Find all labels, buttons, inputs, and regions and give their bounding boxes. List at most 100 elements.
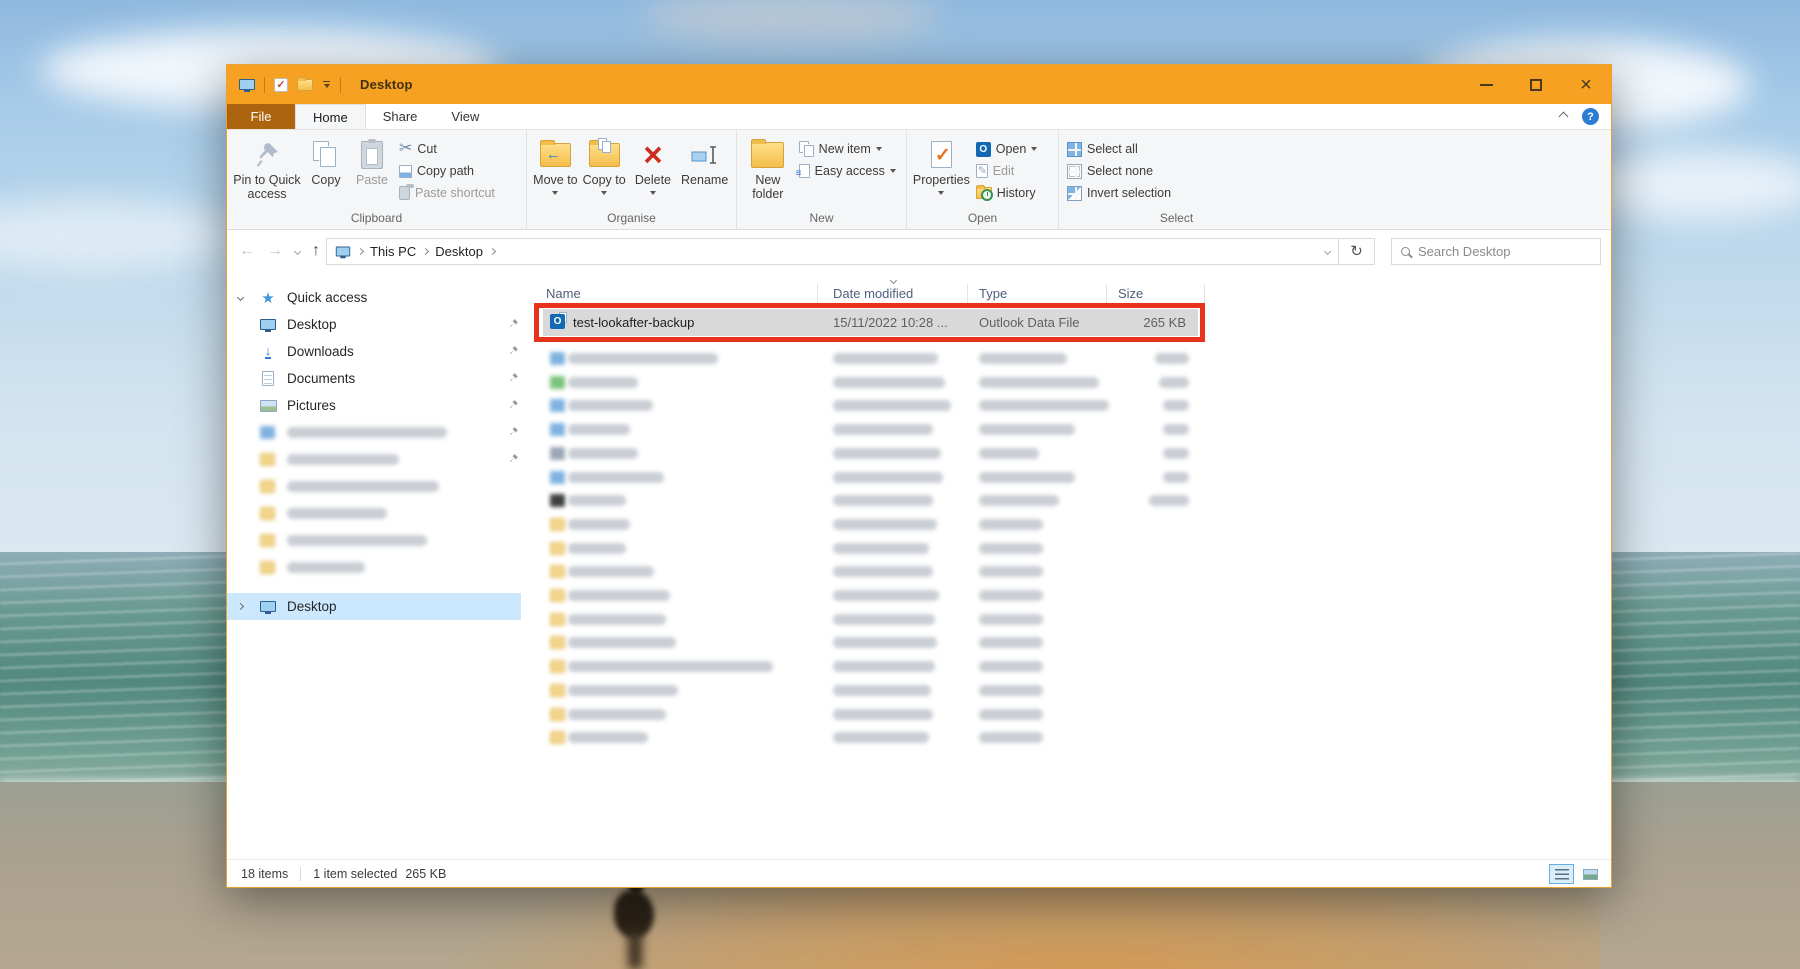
redacted-date xyxy=(833,732,929,743)
sidebar-item-documents[interactable]: Documents xyxy=(227,365,521,392)
sidebar-item-downloads[interactable]: ↓ Downloads xyxy=(227,338,521,365)
file-row-redacted[interactable] xyxy=(521,513,1611,537)
file-row-redacted[interactable] xyxy=(521,347,1611,371)
paste-button[interactable]: Paste xyxy=(349,133,395,187)
file-row-redacted[interactable] xyxy=(521,418,1611,442)
file-row-redacted[interactable] xyxy=(521,489,1611,513)
sidebar-item-redacted[interactable] xyxy=(227,473,521,500)
breadcrumb-this-pc[interactable]: This PC xyxy=(370,244,416,259)
move-to-button[interactable]: ← Move to xyxy=(531,133,580,198)
sidebar-item-redacted[interactable] xyxy=(227,419,521,446)
chevron-down-icon[interactable] xyxy=(237,294,244,301)
address-bar[interactable]: This PC Desktop xyxy=(326,238,1339,265)
minimize-button[interactable] xyxy=(1461,65,1511,104)
copy-path-icon xyxy=(399,165,412,178)
select-all-button[interactable]: Select all xyxy=(1063,138,1213,160)
delete-x-icon: × xyxy=(643,140,662,170)
file-row-redacted[interactable] xyxy=(521,560,1611,584)
file-list[interactable]: Name Date modified Type Size O test-look… xyxy=(521,272,1611,859)
column-header-size[interactable]: Size xyxy=(1118,286,1143,301)
copy-to-button[interactable]: Copy to xyxy=(580,133,629,198)
sidebar-item-desktop[interactable]: Desktop xyxy=(227,311,521,338)
file-row-selected[interactable]: O test-lookafter-backup 15/11/2022 10:28… xyxy=(543,309,1198,336)
sidebar-tree-item-desktop-current[interactable]: Desktop xyxy=(227,593,521,620)
copy-button[interactable]: Copy xyxy=(303,133,349,187)
tab-view[interactable]: View xyxy=(434,104,496,129)
help-icon[interactable]: ? xyxy=(1582,108,1599,125)
file-row-redacted[interactable] xyxy=(521,466,1611,490)
redacted-name xyxy=(568,424,630,435)
column-header-date-modified[interactable]: Date modified xyxy=(833,286,913,301)
column-divider[interactable] xyxy=(817,284,818,303)
refresh-button[interactable]: ↻ xyxy=(1339,238,1375,265)
new-folder-qat-icon[interactable] xyxy=(297,79,313,91)
sidebar-item-quick-access[interactable]: ★ Quick access xyxy=(227,284,521,311)
file-row-redacted[interactable] xyxy=(521,394,1611,418)
collapse-ribbon-icon[interactable] xyxy=(1559,112,1569,122)
sidebar-item-redacted[interactable] xyxy=(227,554,521,581)
sidebar-item-redacted[interactable] xyxy=(227,527,521,554)
redacted-type xyxy=(979,424,1075,435)
file-row-redacted[interactable] xyxy=(521,584,1611,608)
pin-to-quick-access-button[interactable]: Pin to Quick access xyxy=(231,133,303,201)
cut-button[interactable]: ✂ Cut xyxy=(395,138,515,160)
forward-icon[interactable]: → xyxy=(267,243,283,259)
redacted-type xyxy=(979,472,1075,483)
tab-share[interactable]: Share xyxy=(366,104,435,129)
tab-file[interactable]: File xyxy=(227,104,295,129)
file-row-redacted[interactable] xyxy=(521,631,1611,655)
address-dropdown-icon[interactable] xyxy=(1324,247,1331,254)
easy-access-button[interactable]: ≡ Easy access xyxy=(795,160,902,182)
file-icon xyxy=(550,518,565,531)
new-folder-button[interactable]: New folder xyxy=(741,133,795,201)
ribbon-group-organise: ← Move to Copy to × Delete Rename xyxy=(527,130,737,229)
file-name: test-lookafter-backup xyxy=(573,315,694,330)
redacted-size xyxy=(1149,495,1189,506)
file-row-redacted[interactable] xyxy=(521,537,1611,561)
back-icon[interactable]: ← xyxy=(239,243,255,259)
delete-button[interactable]: × Delete xyxy=(629,133,678,198)
crumb-separator-icon xyxy=(422,247,429,254)
sidebar-item-redacted[interactable] xyxy=(227,500,521,527)
details-view-button[interactable] xyxy=(1549,864,1574,884)
close-button[interactable]: × xyxy=(1561,65,1611,104)
search-box[interactable]: Search Desktop xyxy=(1391,238,1601,265)
file-row-redacted[interactable] xyxy=(521,679,1611,703)
edit-button[interactable]: ✎ Edit xyxy=(972,160,1054,182)
invert-selection-button[interactable]: Invert selection xyxy=(1063,182,1213,204)
customize-toolbar-icon[interactable] xyxy=(322,81,331,89)
recent-locations-chevron-icon[interactable] xyxy=(294,247,301,254)
select-none-button[interactable]: Select none xyxy=(1063,160,1213,182)
properties-button[interactable]: ✓ Properties xyxy=(911,133,972,198)
up-icon[interactable]: ↑ xyxy=(312,243,320,259)
rename-button[interactable]: Rename xyxy=(677,133,732,187)
file-row-redacted[interactable] xyxy=(521,442,1611,466)
column-divider[interactable] xyxy=(1106,284,1107,303)
maximize-button[interactable] xyxy=(1511,65,1561,104)
this-pc-icon[interactable] xyxy=(239,79,255,90)
properties-check-icon[interactable]: ✓ xyxy=(274,78,288,92)
copy-path-button[interactable]: Copy path xyxy=(395,160,515,182)
new-item-button[interactable]: New item xyxy=(795,138,902,160)
dropdown-chevron xyxy=(650,191,656,198)
file-icon xyxy=(550,494,565,507)
paste-shortcut-button[interactable]: Paste shortcut xyxy=(395,182,515,204)
column-divider[interactable] xyxy=(1204,284,1205,303)
column-header-name[interactable]: Name xyxy=(546,286,581,301)
column-divider[interactable] xyxy=(967,284,968,303)
sidebar-item-pictures[interactable]: Pictures xyxy=(227,392,521,419)
sidebar-item-redacted[interactable] xyxy=(227,446,521,473)
file-row-redacted[interactable] xyxy=(521,655,1611,679)
file-row-redacted[interactable] xyxy=(521,371,1611,395)
thumbnails-view-button[interactable] xyxy=(1578,864,1603,884)
tab-home[interactable]: Home xyxy=(295,104,366,129)
breadcrumb-desktop[interactable]: Desktop xyxy=(435,244,483,259)
open-button[interactable]: O Open xyxy=(972,138,1054,160)
file-row-redacted[interactable] xyxy=(521,608,1611,632)
history-button[interactable]: History xyxy=(972,182,1054,204)
file-row-redacted[interactable] xyxy=(521,703,1611,727)
chevron-right-icon[interactable] xyxy=(237,603,244,610)
file-row-redacted[interactable] xyxy=(521,726,1611,750)
title-bar[interactable]: ✓ Desktop × xyxy=(227,65,1611,104)
column-header-type[interactable]: Type xyxy=(979,286,1007,301)
